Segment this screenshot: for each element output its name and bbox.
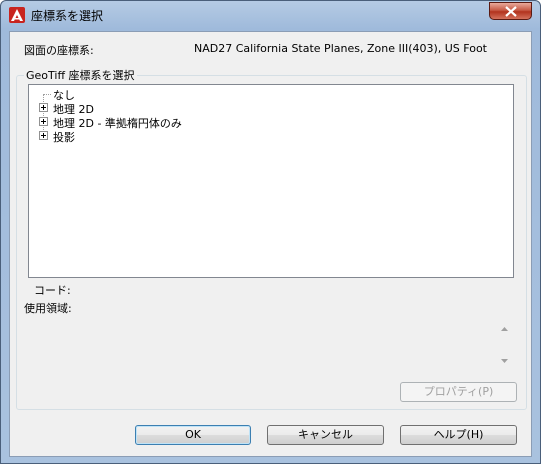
area-of-use-label: 使用領域: [24, 302, 72, 315]
title-bar[interactable]: 座標系を選択 [1, 1, 540, 29]
scroll-up-arrow-icon[interactable] [496, 323, 513, 335]
area-scrollbar[interactable] [496, 319, 513, 370]
drawing-cs-label: 図面の座標系: [24, 44, 94, 57]
geotiff-group-title: GeoTiff 座標系を選択 [24, 67, 137, 83]
close-icon [505, 6, 517, 17]
close-button[interactable] [489, 2, 532, 20]
expand-icon[interactable] [39, 103, 48, 112]
scroll-down-arrow-icon[interactable] [496, 355, 513, 367]
code-label: コード: [34, 284, 71, 297]
expand-icon[interactable] [39, 117, 48, 126]
dialog-body: 図面の座標系: NAD27 California State Planes, Z… [9, 31, 532, 457]
dialog-window: 座標系を選択 図面の座標系: NAD27 California State Pl… [0, 0, 541, 464]
autocad-icon[interactable] [9, 7, 25, 23]
window-title: 座標系を選択 [31, 9, 104, 23]
properties-button[interactable]: プロパティ(P) [400, 382, 517, 402]
ok-button[interactable]: OK [135, 425, 251, 445]
cs-tree-view[interactable]: なし 地理 2D 地理 2D - 準拠楕円体のみ 投影 [28, 84, 514, 278]
help-button[interactable]: ヘルプ(H) [400, 425, 517, 445]
expand-icon[interactable] [39, 131, 48, 140]
cancel-button[interactable]: キャンセル [267, 425, 384, 445]
drawing-cs-value: NAD27 California State Planes, Zone III(… [194, 42, 487, 55]
